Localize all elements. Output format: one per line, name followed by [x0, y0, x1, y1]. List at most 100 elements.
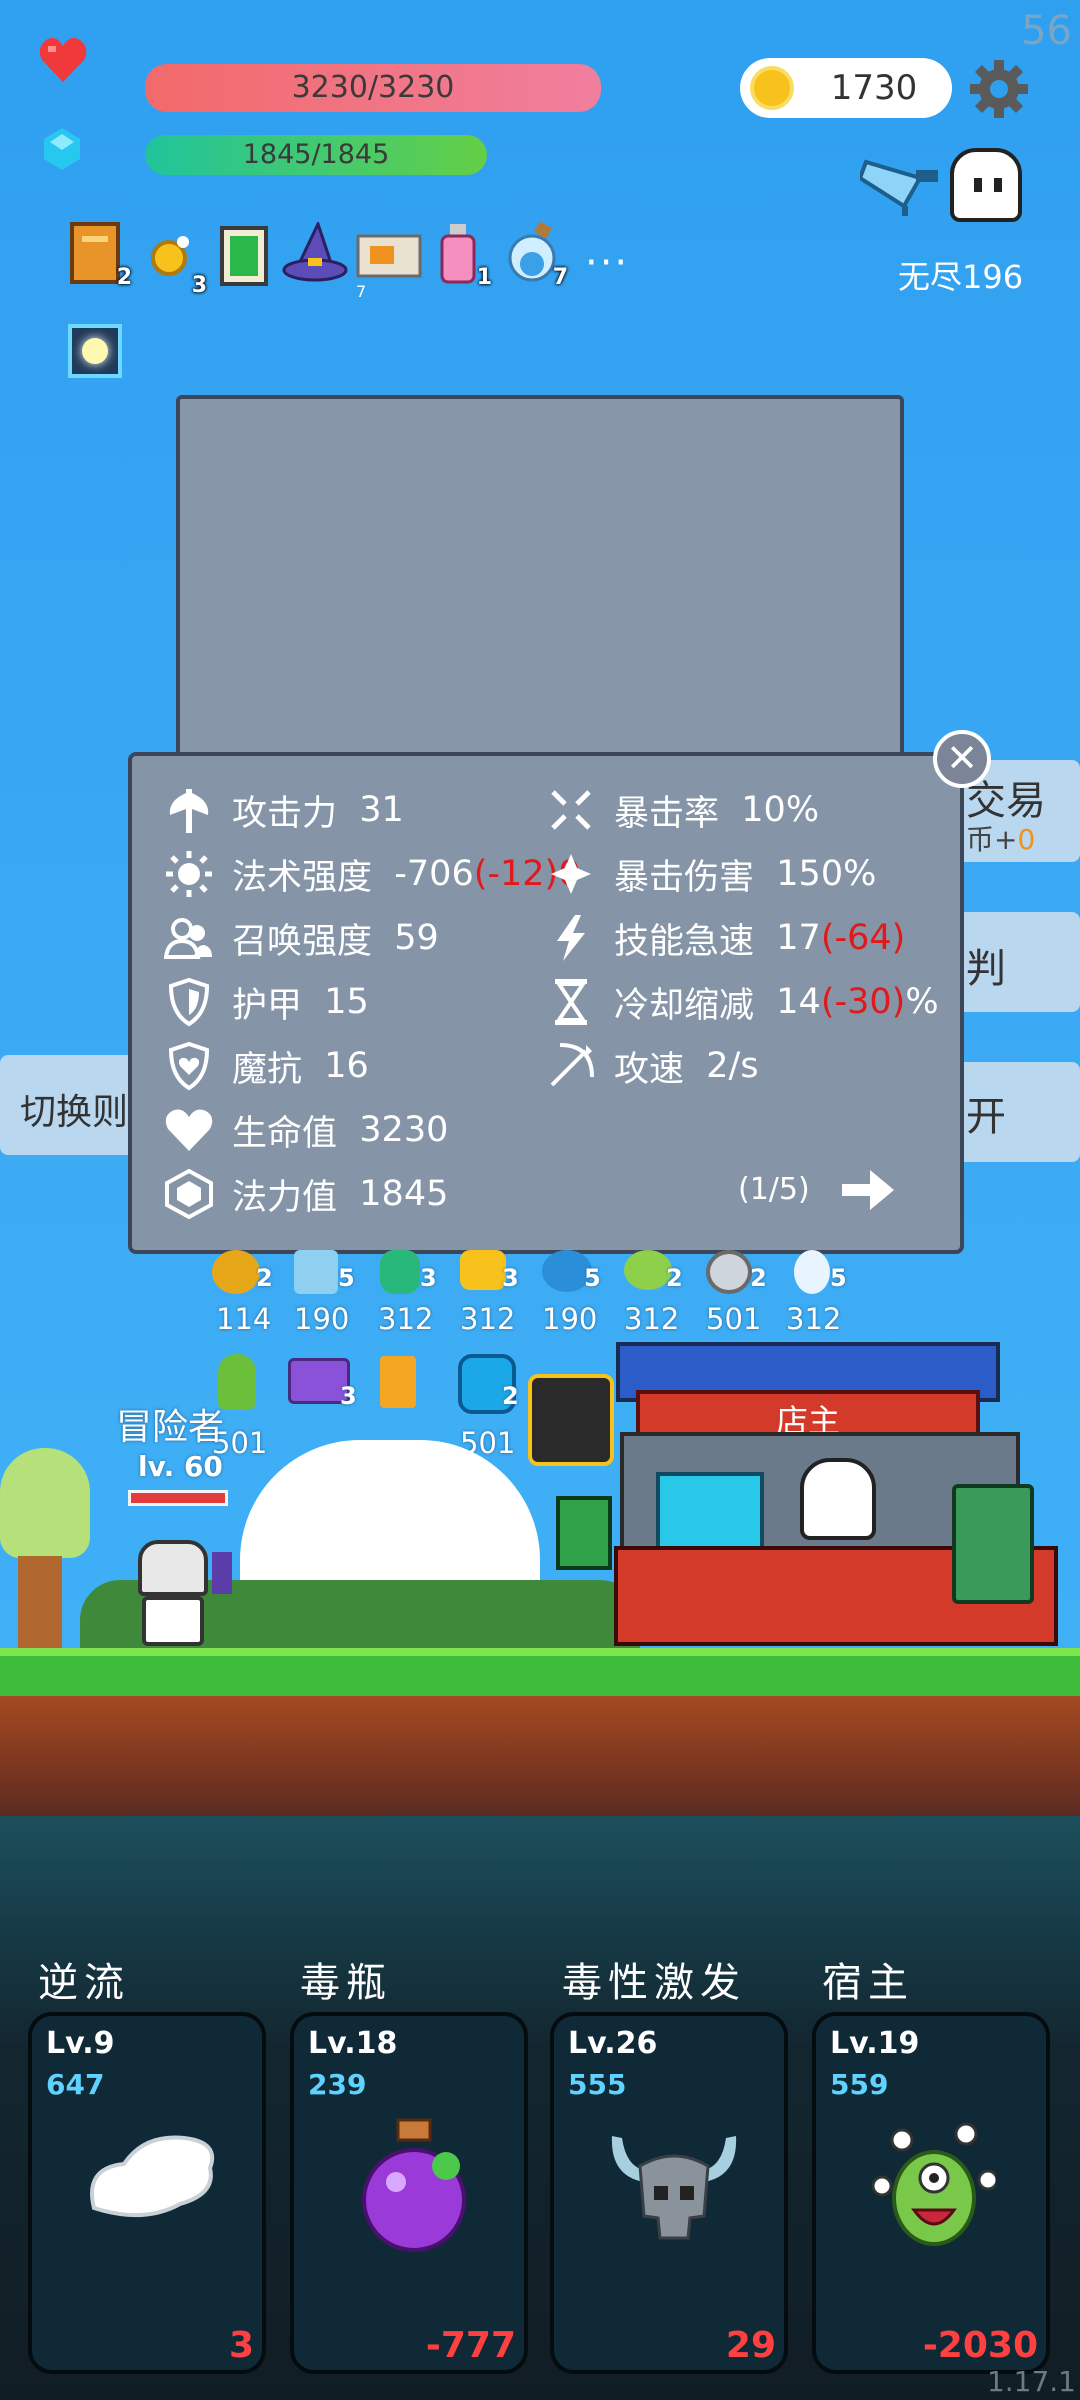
inventory-blue-potion[interactable]: 7 [506, 221, 568, 290]
stat-cooldown: 冷却缩减 14 (-30)% [546, 976, 956, 1028]
player-character[interactable] [130, 1540, 232, 1648]
tree-trunk [18, 1556, 62, 1648]
shop-item-count: 3 [502, 1264, 519, 1292]
stat-value: 59 [394, 918, 439, 958]
stat-value: 1845 [359, 1174, 449, 1214]
skill-level: Lv.19 [830, 2026, 920, 2061]
shield-icon [164, 977, 214, 1027]
stat-label: 法力值 [232, 1177, 338, 1218]
open-label: 开 [966, 1094, 1006, 1140]
skill-name: 毒瓶 [300, 1960, 392, 2006]
skill-cost: 555 [568, 2068, 627, 2101]
skill-cost: 559 [830, 2068, 889, 2101]
inventory-green-card[interactable] [220, 226, 272, 288]
trade-sub-text: 币+ [966, 823, 1018, 856]
coin-icon [750, 66, 794, 110]
briefcase-icon [356, 234, 422, 278]
inventory-sun-ring[interactable]: 3 [145, 230, 207, 298]
fish-flag-icon[interactable] [860, 148, 940, 218]
stat-magic-resist: 魔抗 16 [164, 1040, 544, 1092]
skill-value: 29 [725, 2325, 776, 2366]
stat-label: 攻击力 [232, 793, 338, 834]
mana-gem-icon [164, 1169, 214, 1219]
shop-item-count: 3 [340, 1382, 357, 1410]
wing-icon [90, 2135, 215, 2218]
stat-value: 2/s [706, 1046, 759, 1086]
stat-label: 暴击率 [614, 793, 720, 834]
hp-bar: 3230/3230 [145, 64, 601, 112]
stat-summon-power: 召唤强度 59 [164, 912, 544, 964]
item-count: 7 [552, 265, 568, 290]
shop-item-count: 5 [830, 1264, 847, 1292]
shop-item-count: 2 [502, 1382, 519, 1410]
stat-label: 召唤强度 [232, 921, 373, 962]
shop-item-turtle-icon[interactable] [212, 1250, 260, 1294]
shop-item-count: 2 [750, 1264, 767, 1292]
gold-counter: 1730 [740, 58, 952, 118]
skill-level: Lv.18 [308, 2026, 398, 2061]
stat-skill-haste: 技能急速 17 (-64) [546, 912, 956, 964]
shop-item-green-flask-icon[interactable] [380, 1250, 420, 1294]
stat-value: 3230 [359, 1110, 449, 1150]
shop-awning: 店主 [636, 1390, 980, 1440]
skill-card-duxingjifa[interactable]: Lv.26 555 29 [550, 2012, 788, 2374]
shop-item-count: 5 [584, 1264, 601, 1292]
player-name: 冒险者 [116, 1407, 225, 1448]
player-hp-bar [128, 1490, 228, 1506]
skill-card-nilu[interactable]: Lv.9 647 3 [28, 2012, 266, 2374]
shop-item-compass-icon[interactable] [706, 1250, 752, 1294]
mp-bar: 1845/1845 [145, 135, 487, 175]
stats-panel: 攻击力 31 法术强度 -706(-12)0 召唤强度 59 护甲 15 魔抗 … [128, 752, 964, 1254]
skill-cost: 239 [308, 2068, 367, 2101]
skill-card-suzhu[interactable]: Lv.19 559 -2030 [812, 2012, 1050, 2374]
inventory-wizard-hat[interactable] [282, 219, 348, 288]
buff-icon[interactable] [68, 324, 122, 378]
close-button[interactable]: ✕ [933, 730, 991, 788]
stat-delta: (-30) [820, 982, 906, 1022]
stat-spell-power: 法术强度 -706(-12)0 [164, 848, 580, 900]
sun-ring-icon [151, 236, 189, 276]
shop-green-sign [556, 1496, 612, 1570]
shop-item-scroll-icon[interactable] [380, 1356, 416, 1408]
more-items-button[interactable]: ··· [585, 240, 629, 286]
stat-crit-damage: 暴击伤害 150% [546, 848, 956, 900]
stat-label: 魔抗 [232, 1049, 303, 1090]
stat-armor: 护甲 15 [164, 976, 544, 1028]
shop-item-price: 312 [378, 1302, 434, 1336]
skill-card-dupping[interactable]: Lv.18 239 -777 [290, 2012, 528, 2374]
shop-item-shirt-icon[interactable] [294, 1250, 338, 1294]
skill-value: 3 [228, 2325, 254, 2366]
tree-canopy [0, 1448, 90, 1558]
inventory-briefcase[interactable]: 7 [356, 230, 422, 301]
ground-grass [0, 1648, 1080, 1696]
shop-item-lime-icon[interactable] [624, 1250, 672, 1290]
heart-shield-icon [164, 1041, 214, 1091]
stat-label: 攻速 [614, 1049, 685, 1090]
skill-cost: 647 [46, 2068, 105, 2101]
shop-items-row-1: 2 114 5 190 3 312 3 312 5 190 2 312 2 50… [210, 1250, 847, 1350]
horned-skull-icon [611, 2136, 737, 2240]
gold-amount: 1730 [830, 68, 918, 108]
shop-item-bulb-icon[interactable] [794, 1250, 830, 1294]
next-page-arrow-icon[interactable] [840, 1166, 896, 1214]
ghost-avatar-icon[interactable] [950, 148, 1022, 222]
inventory-pink-potion[interactable]: 1 [438, 222, 492, 290]
stat-label: 护甲 [232, 985, 303, 1026]
stat-value: -706 [394, 854, 474, 894]
player-body [142, 1596, 204, 1646]
skill-value: -777 [425, 2325, 516, 2366]
helmet [138, 1540, 208, 1596]
inventory-book[interactable]: 2 [70, 222, 132, 290]
stat-label: 法术强度 [232, 857, 373, 898]
shop-item-cheese-icon[interactable] [460, 1250, 506, 1290]
stat-value: 15 [324, 982, 369, 1022]
hourglass-icon [546, 977, 596, 1027]
shop-owner-ghost[interactable] [800, 1458, 876, 1540]
gear-icon[interactable] [968, 58, 1030, 120]
trade-sub: 币+0 [966, 818, 1035, 858]
pink-potion-icon [440, 224, 476, 284]
fps-counter: 56 [1021, 8, 1072, 54]
shop-item-count: 2 [666, 1264, 683, 1292]
stat-label: 冷却缩减 [614, 985, 755, 1026]
stat-attack-speed: 攻速 2/s [546, 1040, 956, 1092]
